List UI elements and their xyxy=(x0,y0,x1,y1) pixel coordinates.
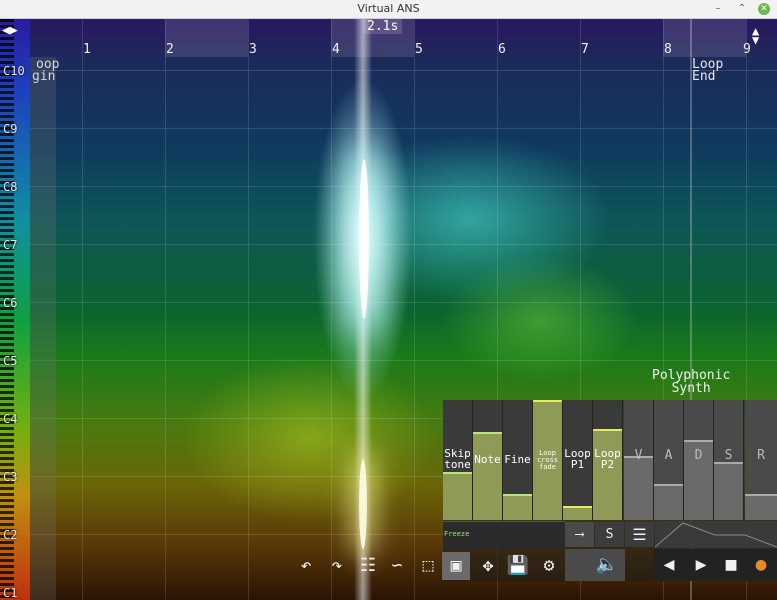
decay-slider[interactable]: D xyxy=(684,400,714,520)
window-title: Virtual ANS xyxy=(357,2,420,15)
octave-label: C7 xyxy=(3,238,18,252)
loop-p1-slider[interactable]: Loop P1 xyxy=(563,400,593,520)
save-icon[interactable]: 💾 xyxy=(504,552,532,580)
loop-begin-marker[interactable] xyxy=(30,57,56,600)
ruler-mark: 9 xyxy=(743,42,751,57)
octave-label: C4 xyxy=(3,412,18,426)
mixer-icon[interactable]: ☷ xyxy=(354,552,382,580)
ruler-mark: 6 xyxy=(498,42,506,57)
hamburger-icon[interactable]: ☰ xyxy=(625,522,654,547)
stop-icon[interactable]: ■ xyxy=(717,551,745,579)
s-button[interactable]: S xyxy=(595,522,624,547)
octave-label: C8 xyxy=(3,180,18,194)
release-slider[interactable]: R xyxy=(745,400,777,520)
volume-control[interactable]: 🔈 xyxy=(565,549,625,581)
ruler-mark: 3 xyxy=(249,42,257,57)
note-slider[interactable]: Note xyxy=(473,400,503,520)
maximize-icon[interactable]: ⌃ xyxy=(736,3,748,15)
octave-label: C2 xyxy=(3,528,18,542)
minimize-icon[interactable]: – xyxy=(712,3,724,15)
ruler-mark: 2 xyxy=(166,42,174,57)
ruler-mark: 8 xyxy=(664,42,672,57)
octave-label: C10 xyxy=(3,64,25,78)
octave-label: C6 xyxy=(3,296,18,310)
gear-icon[interactable]: ⚙ xyxy=(535,552,563,580)
arrow-right-bar-icon[interactable]: ⟶ xyxy=(565,522,594,547)
freeze-toggle[interactable]: Freeze xyxy=(444,530,469,538)
loop-p2-slider[interactable]: Loop P2 xyxy=(593,400,623,520)
speaker-icon[interactable]: 🔈 xyxy=(593,551,621,579)
fine-slider[interactable]: Fine xyxy=(503,400,533,520)
title-bar: Virtual ANS – ⌃ ✕ xyxy=(0,0,777,19)
curve-icon[interactable]: ∽ xyxy=(383,552,411,580)
close-icon[interactable]: ✕ xyxy=(758,3,770,15)
envelope-curve xyxy=(655,521,777,548)
loop-crossfade-slider[interactable]: Loop cross fade xyxy=(533,400,563,520)
octave-label: C1 xyxy=(3,586,18,600)
move-icon[interactable]: ✥ xyxy=(474,552,502,580)
octave-label: C9 xyxy=(3,122,18,136)
attack-slider[interactable]: A xyxy=(654,400,684,520)
ruler-mark: 7 xyxy=(581,42,589,57)
loop-end-label: Loop End xyxy=(692,57,724,84)
undo-icon[interactable]: ↶ xyxy=(292,552,320,580)
volume-slider[interactable]: V xyxy=(624,400,654,520)
left-right-arrows-icon[interactable]: ◀▶ xyxy=(2,23,18,38)
ruler-mark: 4 xyxy=(332,42,340,57)
redo-icon[interactable]: ↷ xyxy=(323,552,351,580)
octave-label: C3 xyxy=(3,470,18,484)
transport-bar: ◀ ▶ ■ ● xyxy=(653,549,777,581)
time-display: 2.1s xyxy=(363,19,403,34)
synth-mode-label[interactable]: Polyphonic Synth xyxy=(652,369,730,395)
octave-label: C5 xyxy=(3,354,18,368)
select-rect-icon[interactable]: ⬚ xyxy=(414,552,442,580)
ruler-mark: 5 xyxy=(415,42,423,57)
fill-rect-icon[interactable]: ▣ xyxy=(442,552,470,580)
ruler-mark: 1 xyxy=(83,42,91,57)
play-backward-icon[interactable]: ◀ xyxy=(655,551,683,579)
sustain-slider[interactable]: S xyxy=(714,400,744,520)
up-down-arrows-icon[interactable]: ▲ ▼ xyxy=(752,25,759,46)
skip-tone-slider[interactable]: Skip tone xyxy=(443,400,473,520)
record-icon[interactable]: ● xyxy=(747,551,775,579)
play-icon[interactable]: ▶ xyxy=(687,551,715,579)
loop-begin-label: oop gin xyxy=(32,57,60,84)
